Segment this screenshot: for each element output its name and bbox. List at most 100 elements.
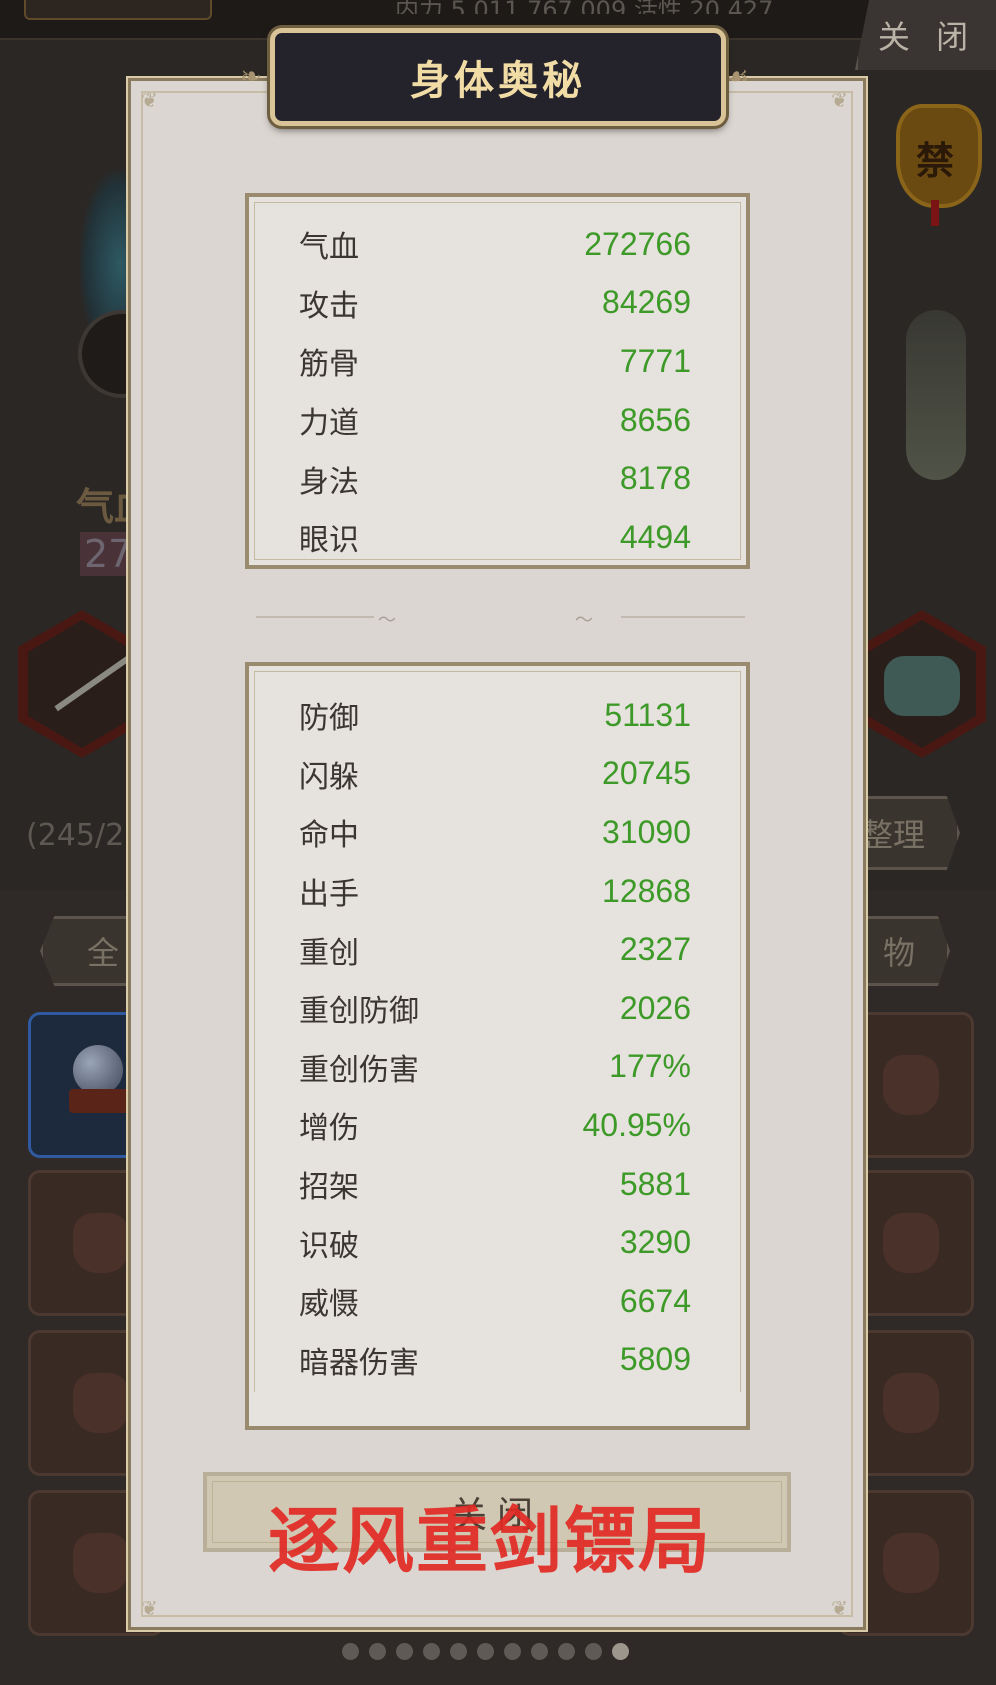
pagination-dots — [342, 1643, 629, 1663]
crystal-base-icon — [69, 1089, 129, 1113]
page-dot[interactable] — [450, 1643, 467, 1660]
stat-value: 7771 — [619, 342, 691, 379]
corner-ornament-icon: ❦ — [831, 88, 848, 112]
bag-icon — [883, 1213, 939, 1273]
primary-stat-row: 筋骨 7771 — [299, 332, 691, 391]
stat-value: 272766 — [584, 225, 691, 262]
forbid-badge-char: 禁 — [915, 139, 954, 183]
modal-title-plate: 身体奥秘 — [270, 28, 726, 126]
bag-icon — [73, 1373, 129, 1433]
stat-name: 出手 — [299, 877, 359, 913]
stat-name: 力道 — [299, 406, 359, 442]
stat-name: 身法 — [299, 464, 359, 500]
stat-value: 20745 — [602, 755, 691, 792]
secondary-stat-row: 重创伤害 177% — [299, 1038, 691, 1097]
secondary-stat-row: 出手 12868 — [299, 862, 691, 921]
page-dot[interactable] — [477, 1643, 494, 1660]
stat-value: 51131 — [604, 696, 691, 733]
bag-icon — [73, 1213, 129, 1273]
divider-right: 〜 — [575, 610, 745, 631]
page-dot[interactable] — [612, 1643, 629, 1660]
title-ornament-right-icon: ☙ — [726, 62, 750, 92]
sort-button[interactable]: 整理 — [850, 796, 960, 870]
corner-ornament-icon: ❦ — [141, 88, 158, 112]
bag-count: (245/26 — [26, 818, 144, 853]
weapon-slot-inner — [28, 620, 136, 748]
bag-icon — [73, 1533, 129, 1593]
secondary-stat-row: 闪躲 20745 — [299, 745, 691, 804]
primary-stat-row: 身法 8178 — [299, 449, 691, 508]
page-dot[interactable] — [369, 1643, 386, 1660]
modal-title: 身体奥秘 — [410, 58, 586, 104]
stat-name: 重创 — [299, 935, 359, 971]
secondary-stat-row: 招架 5881 — [299, 1155, 691, 1214]
bag-icon — [883, 1055, 939, 1115]
stat-value: 8656 — [619, 401, 691, 438]
page-dot[interactable] — [585, 1643, 602, 1660]
secondary-stat-row: 重创防御 2026 — [299, 979, 691, 1038]
primary-stat-row: 力道 8656 — [299, 391, 691, 450]
forbid-badge[interactable]: 禁 — [896, 104, 982, 226]
stat-value: 5881 — [619, 1165, 691, 1202]
stat-value: 8178 — [619, 460, 691, 497]
crystal-ball-icon — [73, 1045, 123, 1095]
secondary-stat-row: 增伤 40.95% — [299, 1096, 691, 1155]
stat-name: 招架 — [299, 1170, 359, 1206]
bag-icon — [883, 1373, 939, 1433]
stat-value: 12868 — [602, 872, 691, 909]
page-dot[interactable] — [531, 1643, 548, 1660]
stat-name: 重创防御 — [299, 994, 419, 1030]
page-dot[interactable] — [423, 1643, 440, 1660]
stat-name: 暗器伤害 — [299, 1345, 419, 1381]
scroll-clip-edge — [249, 1392, 746, 1426]
top-stats-text: 内力 5,011,767,009 活性 20,427 — [395, 0, 774, 14]
stat-value: 2026 — [619, 989, 691, 1026]
top-left-tab[interactable] — [24, 0, 212, 20]
primary-stat-row: 眼识 4494 — [299, 508, 691, 567]
divider-line — [621, 616, 745, 618]
primary-stat-row: 气血 272766 — [299, 215, 691, 274]
close-tab-button[interactable]: 关 闭 — [855, 0, 996, 70]
secondary-stat-row: 防御 51131 — [299, 686, 691, 745]
mask-equipment-icon[interactable] — [906, 310, 966, 480]
divider-left: 〜 — [256, 610, 456, 631]
stat-value: 40.95% — [582, 1106, 691, 1143]
page-dot[interactable] — [396, 1643, 413, 1660]
divider-ornament-icon: 〜 — [378, 610, 396, 631]
secondary-stat-row: 命中 31090 — [299, 803, 691, 862]
corner-ornament-icon: ❦ — [141, 1596, 158, 1620]
weapon-slot[interactable] — [18, 610, 146, 758]
watermark-text: 逐风重剑镖局 — [268, 1499, 713, 1583]
divider-line — [256, 616, 374, 618]
title-ornament-left-icon: ❧ — [240, 62, 262, 92]
stat-value: 5809 — [619, 1341, 691, 1378]
secondary-stat-row: 暗器伤害 5809 — [299, 1331, 691, 1390]
secondary-stats-list: 防御 51131 闪躲 20745 命中 31090 出手 12868 重创 2327 重创防御 20… — [299, 686, 691, 1426]
page-dot[interactable] — [558, 1643, 575, 1660]
stat-name: 眼识 — [299, 523, 359, 559]
page-dot[interactable] — [342, 1643, 359, 1660]
stat-name: 威慑 — [299, 1287, 359, 1323]
tassel-icon — [931, 200, 939, 226]
mount-slot[interactable] — [858, 610, 986, 758]
stat-value: 6674 — [619, 1282, 691, 1319]
primary-stats-list: 气血 272766 攻击 84269 筋骨 7771 力道 8656 身法 8178 眼识 4494 — [299, 215, 691, 567]
secondary-stat-row: 威慑 6674 — [299, 1272, 691, 1331]
stat-name: 筋骨 — [299, 347, 359, 383]
bag-icon — [883, 1533, 939, 1593]
mount-icon — [884, 656, 960, 716]
stat-value: 2327 — [619, 931, 691, 968]
page-dot[interactable] — [504, 1643, 521, 1660]
stat-name: 命中 — [299, 818, 359, 854]
stat-name: 识破 — [299, 1228, 359, 1264]
stat-value: 177% — [609, 1048, 691, 1085]
stat-value: 4494 — [619, 518, 691, 555]
corner-ornament-icon: ❦ — [831, 1596, 848, 1620]
stat-value: 3290 — [619, 1224, 691, 1261]
stat-name: 重创伤害 — [299, 1052, 419, 1088]
secondary-stat-row: 识破 3290 — [299, 1213, 691, 1272]
stat-name: 增伤 — [299, 1111, 359, 1147]
secondary-stats-box[interactable]: 防御 51131 闪躲 20745 命中 31090 出手 12868 重创 2327 重创防御 20… — [245, 662, 750, 1430]
secondary-stat-row: 重创 2327 — [299, 920, 691, 979]
stat-name: 闪躲 — [299, 759, 359, 795]
